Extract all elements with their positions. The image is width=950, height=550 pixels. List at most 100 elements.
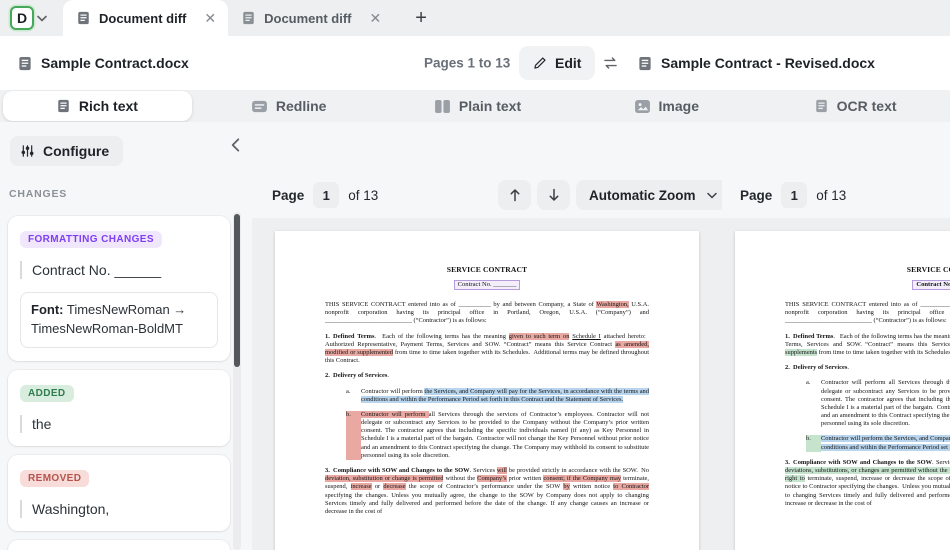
doc-text: . Services [469, 467, 497, 474]
view-tab-label: Plain text [458, 98, 522, 114]
formatting-changes-badge: FORMATTING CHANGES [20, 231, 162, 248]
doc-text: Delivery of Services [793, 364, 848, 372]
image-icon [634, 99, 650, 113]
diff-highlight-red[interactable]: to Contractor [613, 483, 650, 491]
doc-text: without the [443, 475, 478, 483]
configure-button[interactable]: Configure [10, 136, 124, 166]
tab-label: Document diff [99, 10, 187, 26]
change-card-added[interactable]: ADDED the [8, 369, 230, 447]
swap-icon [602, 57, 619, 70]
swap-documents-button[interactable] [602, 57, 619, 70]
columns-icon [434, 99, 450, 113]
page-number-input[interactable]: 1 [313, 182, 340, 208]
diff-highlight-blue[interactable]: Contractor will perform the Services, an… [821, 435, 950, 451]
chevron-down-icon [706, 192, 717, 199]
arrow-up-icon [509, 188, 521, 202]
pencil-icon [533, 56, 547, 70]
contract-no-formatting-highlight[interactable]: Contract No. _______ [453, 279, 521, 290]
tab-plain-text[interactable]: Plain text [384, 90, 573, 122]
doc-text: THIS SERVICE CONTRACT entered into as of… [785, 301, 950, 308]
doc-text: Delivery of Services [333, 372, 388, 380]
tab-document-diff-1[interactable]: Document diff ✕ [63, 0, 229, 36]
change-card-partial[interactable] [8, 540, 230, 550]
doc-text: . Services to be provided strictly in ac… [932, 458, 950, 466]
changes-list: FORMATTING CHANGES Contract No. ______ F… [8, 216, 230, 550]
collapse-sidebar-icon[interactable] [231, 138, 240, 152]
diff-highlight-red[interactable]: given to such term on [508, 332, 570, 340]
changes-sidebar: Configure CHANGES FORMATTING CHANGES Con… [0, 122, 252, 550]
page-label: Page [272, 187, 305, 203]
sidebar-scrollbar[interactable] [233, 212, 241, 550]
tab-rich-text[interactable]: Rich text [3, 91, 192, 121]
font-detail-label: Font: [31, 302, 64, 318]
doc-text: . [847, 364, 849, 372]
chevron-down-icon[interactable] [37, 15, 47, 22]
left-page-control: Page 1 of 13 [272, 180, 378, 210]
diff-highlight-red[interactable]: consent; if the Company may [543, 475, 622, 483]
contract-no-formatting-highlight[interactable]: Contract No. _______ [912, 279, 950, 290]
app-window: D Document diff ✕ Document diff ✕ + Samp… [0, 0, 950, 550]
list-marker: b. [346, 410, 361, 460]
doc-text: Contractor will perform all Services thr… [821, 379, 950, 428]
doc-text: Defined Terms [333, 332, 375, 340]
page-label: Page [740, 187, 773, 203]
tab-image[interactable]: Image [572, 90, 761, 122]
tab-ocr-text[interactable]: OCR text [761, 90, 950, 122]
app-logo-menu[interactable]: D [10, 6, 47, 30]
zoom-dropdown[interactable]: Automatic Zoom [576, 180, 722, 210]
tab-document-diff-2[interactable]: Document diff ✕ [228, 0, 393, 36]
sidebar-scrollbar-thumb[interactable] [234, 214, 240, 367]
doc-paragraph: 2. Delivery of Services. [785, 364, 950, 372]
doc-text: Compliance with SOW and Changes to the S… [333, 467, 470, 474]
pages-range-label: Pages 1 to 13 [424, 55, 511, 71]
doc-text: terminate, suspend, increase or decrease… [807, 475, 950, 483]
doc-paragraph: THIS SERVICE CONTRACT entered into as of… [325, 301, 649, 326]
left-document-viewport: SERVICE CONTRACT Contract No. _______ THIS… [252, 218, 722, 550]
doc-text: THIS SERVICE CONTRACT entered into as of… [325, 301, 597, 308]
change-card-formatting[interactable]: FORMATTING CHANGES Contract No. ______ F… [8, 216, 230, 361]
doc-paragraph: b. Contractor will perform all Services t… [346, 410, 649, 460]
left-document-panel: Page 1 of 13 Automatic Zoom SERVICE CONT… [252, 122, 722, 550]
left-panel-toolbar: Page 1 of 13 Automatic Zoom [252, 122, 722, 218]
change-text: the [20, 414, 218, 434]
diff-highlight-red[interactable]: increase [350, 483, 372, 491]
doc-text: specifying the changes. Unless you mutua… [325, 491, 649, 515]
close-icon[interactable]: ✕ [204, 11, 216, 25]
list-marker: a. [346, 387, 351, 395]
changes-section-label: CHANGES [9, 188, 68, 200]
right-page-control: Page 1 of 13 [740, 180, 846, 210]
new-tab-icon[interactable]: + [415, 7, 427, 30]
diff-highlight-red[interactable]: Contractor will perform [361, 410, 429, 418]
diff-highlight-red[interactable]: deviation, substitution or change is per… [325, 475, 444, 483]
doc-paragraph: b. Contractor will perform the Services, … [806, 435, 950, 452]
edit-button[interactable]: Edit [519, 46, 596, 80]
next-page-button[interactable] [537, 180, 570, 210]
arrow-down-icon [548, 188, 560, 202]
doc-text: written notice [569, 483, 614, 491]
added-badge: ADDED [20, 384, 74, 402]
diff-highlight-red[interactable]: will [496, 467, 507, 474]
list-marker: b. [806, 435, 821, 452]
doc-title: SERVICE CONTRACT [446, 265, 528, 274]
doc-text: from time to time taken together with it… [818, 348, 950, 356]
right-document-page: SERVICE CONTRACT Contract No. _______ THIS… [735, 231, 950, 550]
close-icon[interactable]: ✕ [370, 11, 382, 25]
doc-text: Defined Terms [793, 332, 834, 340]
tab-redline[interactable]: Redline [195, 90, 384, 122]
doc-text: . Each of the following terms has the me… [374, 332, 509, 340]
doc-title: SERVICE CONTRACT [906, 265, 950, 274]
previous-page-button[interactable] [498, 180, 531, 210]
doc-text: be provided strictly in accordance with … [506, 467, 649, 474]
page-number-input[interactable]: 1 [781, 182, 808, 208]
diff-highlight-red[interactable]: decrease [383, 483, 406, 491]
redline-lines-icon [251, 100, 267, 113]
view-tab-label: OCR text [836, 98, 897, 114]
right-file-name: Sample Contract - Revised.docx [661, 55, 875, 71]
diff-highlight-red[interactable]: Washington, [596, 301, 629, 308]
diff-highlight-red[interactable]: Company’s [477, 475, 507, 483]
tab-label: Document diff [264, 10, 352, 26]
change-card-removed[interactable]: REMOVED Washington, [8, 455, 230, 532]
right-document-panel: Page 1 of 13 SERVICE CONTRACT Contract No… [722, 122, 950, 550]
doc-paragraph: 3. Compliance with SOW and Changes to th… [325, 467, 650, 516]
main-area: Configure CHANGES FORMATTING CHANGES Con… [0, 122, 950, 550]
